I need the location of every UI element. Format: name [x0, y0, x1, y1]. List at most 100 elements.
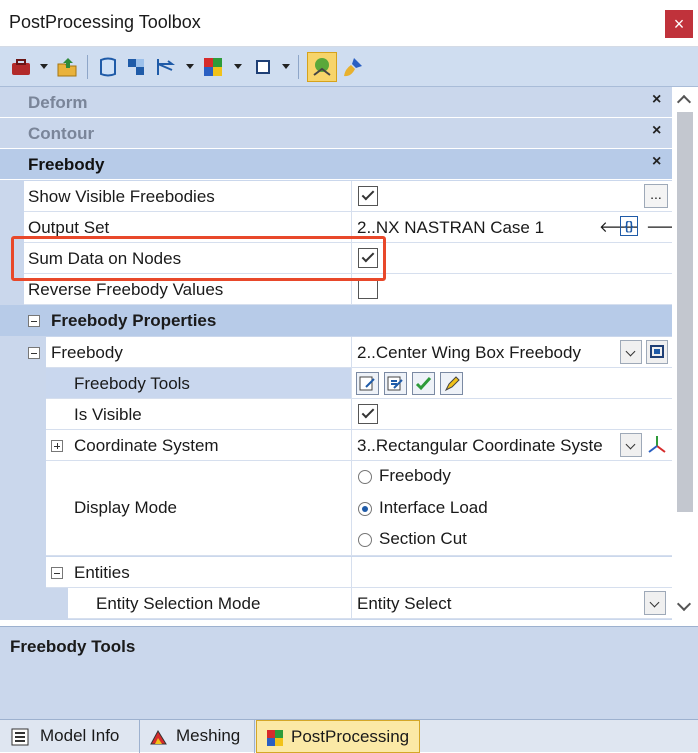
collapse-icon[interactable] [28, 315, 40, 327]
tab-label: Model Info [40, 726, 120, 745]
freebody-tool-button[interactable] [307, 52, 337, 82]
property-value [352, 243, 672, 274]
postprocessing-icon [267, 730, 283, 746]
ellipsis-button[interactable]: ... [644, 184, 668, 208]
axes-icon[interactable] [646, 433, 668, 457]
freebody-icon[interactable] [155, 56, 177, 78]
edit-freebody-icon[interactable] [356, 372, 379, 395]
property-display-mode: Display Mode Freebody Interface Load Sec… [0, 461, 672, 556]
window-title: PostProcessing Toolbox [9, 12, 201, 32]
coordinate-system-select[interactable]: 3..Rectangular Coordinate Syste [352, 430, 672, 461]
remove-category-icon[interactable]: × [652, 153, 661, 171]
tab-model-info[interactable]: Model Info [2, 720, 140, 753]
tab-label: PostProcessing [291, 727, 410, 746]
property-name: Freebody Tools [46, 368, 352, 399]
title-bar: PostProcessing Toolbox × [0, 0, 698, 47]
property-label: Output Set [28, 218, 110, 237]
category-deform[interactable]: Deform × [0, 87, 672, 118]
group-label: Freebody Properties [51, 311, 217, 330]
property-entity-selection-mode: Entity Selection Mode Entity Select [0, 588, 672, 619]
brush-icon[interactable] [342, 56, 364, 78]
radio-label: Freebody [379, 466, 451, 485]
remove-category-icon[interactable]: × [652, 91, 661, 109]
colors-dropdown-arrow[interactable] [234, 64, 242, 69]
toolbar-separator [87, 55, 88, 79]
select-output-icon[interactable]: {} [620, 216, 638, 236]
scroll-thumb[interactable] [677, 112, 693, 512]
property-name: Is Visible [46, 399, 352, 430]
property-label: Entities [74, 563, 130, 582]
next-arrow-icon[interactable]: 🡒 [646, 217, 672, 236]
tab-label: Meshing [176, 726, 241, 745]
tab-postprocessing[interactable]: PostProcessing [256, 720, 420, 753]
bottom-tab-bar: Model Info Meshing PostProcessing [0, 719, 698, 753]
show-visible-checkbox[interactable] [358, 186, 378, 206]
property-name: Freebody [46, 337, 352, 368]
property-name: Coordinate System [46, 430, 352, 461]
freebody-editor-icon[interactable] [646, 340, 668, 364]
scroll-down-icon[interactable] [676, 596, 692, 612]
chevron-down-icon[interactable] [620, 340, 642, 364]
radio-label: Section Cut [379, 529, 467, 548]
radio-button[interactable] [358, 502, 372, 516]
checkmark-icon[interactable] [412, 372, 435, 395]
property-output-set: Output Set 2..NX NASTRAN Case 1 🡐 {} 🡒 [0, 212, 672, 243]
scroll-up-icon[interactable] [676, 94, 692, 110]
property-name: Entities [46, 557, 352, 588]
output-set-value: 2..NX NASTRAN Case 1 [357, 218, 545, 237]
category-freebody[interactable]: Freebody × [0, 149, 672, 180]
entity-selection-select[interactable]: Entity Select [352, 588, 672, 619]
model-info-icon [11, 728, 29, 746]
property-freebody-tools: Freebody Tools [0, 368, 672, 399]
property-is-visible: Is Visible [0, 399, 672, 430]
collapse-icon[interactable] [51, 567, 63, 579]
property-value [352, 368, 672, 399]
property-label: Freebody [51, 343, 123, 362]
sum-data-checkbox[interactable] [358, 248, 378, 268]
highlight-icon[interactable] [440, 372, 463, 395]
freebody-dropdown-arrow[interactable] [186, 64, 194, 69]
category-label: Contour [28, 124, 95, 143]
radio-button[interactable] [358, 470, 372, 484]
multi-edit-icon[interactable] [384, 372, 407, 395]
property-value [352, 274, 672, 305]
property-entities: Entities [0, 557, 672, 588]
toolbox-dropdown-arrow[interactable] [40, 64, 48, 69]
collapse-icon[interactable] [28, 347, 40, 359]
contour-icon[interactable] [125, 56, 147, 78]
vertical-scrollbar[interactable] [672, 87, 698, 620]
reverse-values-checkbox[interactable] [358, 279, 378, 299]
category-label: Deform [28, 93, 88, 112]
chevron-down-icon[interactable] [644, 591, 666, 615]
close-button[interactable]: × [665, 10, 693, 38]
property-freebody: Freebody 2..Center Wing Box Freebody [0, 337, 672, 368]
property-reverse-freebody-values: Reverse Freebody Values [0, 274, 672, 305]
property-value: ... [352, 181, 672, 212]
deform-icon[interactable] [97, 56, 119, 78]
radio-button[interactable] [358, 533, 372, 547]
category-contour[interactable]: Contour × [0, 118, 672, 149]
property-label: Entity Selection Mode [96, 594, 261, 613]
is-visible-checkbox[interactable] [358, 404, 378, 424]
chevron-down-icon[interactable] [620, 433, 642, 457]
view-dropdown-arrow[interactable] [282, 64, 290, 69]
remove-category-icon[interactable]: × [652, 122, 661, 140]
property-value [352, 557, 672, 588]
meshing-icon [150, 729, 167, 745]
category-label: Freebody [28, 155, 105, 174]
group-freebody-properties[interactable]: Freebody Properties [0, 305, 672, 336]
property-name: Display Mode [46, 461, 352, 556]
property-label: Is Visible [74, 405, 142, 424]
freebody-select[interactable]: 2..Center Wing Box Freebody [352, 337, 672, 368]
description-panel: Freebody Tools [0, 626, 698, 719]
property-value [352, 399, 672, 430]
toolbox-icon[interactable] [10, 56, 32, 78]
property-value[interactable]: 2..NX NASTRAN Case 1 🡐 {} 🡒 [352, 212, 672, 243]
tab-meshing[interactable]: Meshing [140, 720, 255, 753]
entity-selection-value: Entity Select [357, 594, 452, 613]
property-show-visible-freebodies: Show Visible Freebodies ... [0, 181, 672, 212]
view-icon[interactable] [252, 56, 274, 78]
colors-icon[interactable] [202, 56, 224, 78]
open-folder-icon[interactable] [56, 56, 78, 78]
expand-icon[interactable] [51, 440, 63, 452]
